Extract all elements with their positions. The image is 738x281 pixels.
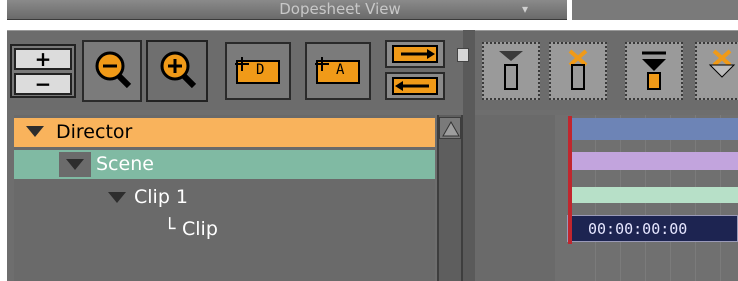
set-key-icon xyxy=(496,48,526,94)
expand-icon xyxy=(391,76,439,96)
add-actor-icon: A xyxy=(314,56,362,86)
timecode-field[interactable]: 00:00:00:00 xyxy=(567,215,738,242)
zoom-stepper: + − xyxy=(10,44,76,98)
track-clip[interactable] xyxy=(571,187,738,203)
delete-key-icon xyxy=(563,48,593,94)
add-actor-button[interactable]: A xyxy=(305,42,371,100)
zoom-out-icon xyxy=(92,48,132,89)
collapse-button[interactable] xyxy=(385,40,445,68)
divider-handle[interactable] xyxy=(457,48,469,62)
zoom-in-button[interactable] xyxy=(146,40,208,102)
window-title: Dopesheet View xyxy=(279,0,401,18)
title-bar-right xyxy=(572,0,738,20)
timeline-left-strip xyxy=(475,115,555,281)
zoom-step-plus-button[interactable]: + xyxy=(14,48,72,70)
tree-label-clip: Clip 1 xyxy=(134,186,189,208)
scroll-up-button[interactable] xyxy=(439,117,461,139)
track-director[interactable] xyxy=(571,118,738,140)
next-key-button[interactable] xyxy=(695,42,738,100)
zoom-step-minus-button[interactable]: − xyxy=(14,73,72,95)
prev-key-icon xyxy=(639,48,669,94)
add-actor-letter: A xyxy=(336,62,345,78)
tree-scrollbar[interactable] xyxy=(437,115,463,281)
tree-label-scene: Scene xyxy=(96,153,154,175)
playhead-marker[interactable] xyxy=(568,116,572,244)
next-key-icon xyxy=(707,48,737,94)
add-director-icon: D xyxy=(234,56,282,86)
chevron-down-icon[interactable]: ▾ xyxy=(518,2,532,16)
tree-row-clip[interactable]: Clip 1 xyxy=(14,183,435,212)
tree-row-scene[interactable]: Scene xyxy=(14,150,435,179)
set-key-button[interactable] xyxy=(482,42,540,100)
add-director-letter: D xyxy=(256,62,265,78)
expand-triangle-icon xyxy=(66,159,84,170)
expand-triangle-icon[interactable] xyxy=(108,192,126,203)
tree-label-director: Director xyxy=(56,121,133,143)
add-director-button[interactable]: D xyxy=(225,42,291,100)
zoom-out-button[interactable] xyxy=(82,40,142,102)
delete-key-button[interactable] xyxy=(549,42,607,100)
scene-expander[interactable] xyxy=(59,152,91,177)
tree-branch-icon: └ xyxy=(164,218,176,240)
panel-divider[interactable] xyxy=(463,30,475,281)
title-bar: Dopesheet View ▾ xyxy=(0,0,738,30)
tree-label-clip-child: Clip xyxy=(182,218,218,240)
prev-key-button[interactable] xyxy=(625,42,683,100)
tree-row-clip-child[interactable]: └ Clip xyxy=(14,215,435,244)
track-scene[interactable] xyxy=(571,152,738,170)
zoom-in-icon xyxy=(157,48,197,89)
tree-row-director[interactable]: Director xyxy=(14,118,435,147)
expand-button[interactable] xyxy=(385,72,445,100)
collapse-icon xyxy=(391,44,439,64)
expand-triangle-icon[interactable] xyxy=(26,126,44,137)
